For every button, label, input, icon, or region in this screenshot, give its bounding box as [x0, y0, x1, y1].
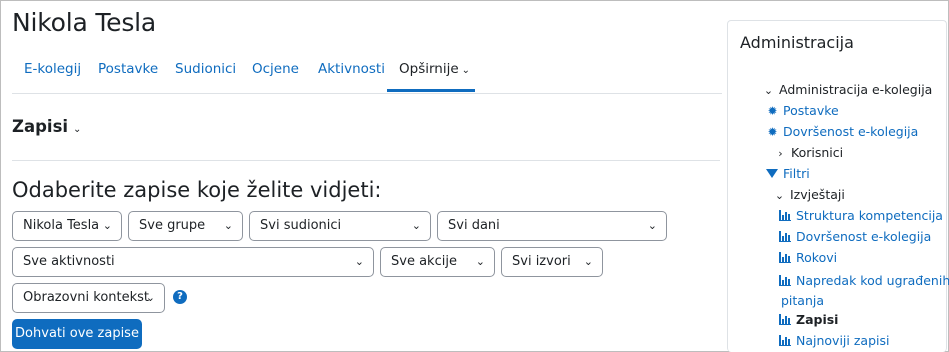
bar-chart-icon	[779, 275, 791, 286]
tree-item-label: Najnoviji zapisi	[796, 333, 890, 348]
chevron-down-icon: ⌄	[145, 291, 155, 304]
chevron-down-icon: ⌄	[475, 255, 485, 268]
main-content: Nikola Tesla E-kolegij Postavke Sudionic…	[0, 0, 722, 352]
tree-item-logs[interactable]: Zapisi	[779, 312, 838, 327]
bar-chart-icon	[779, 210, 791, 221]
edulevel-select-value: Obrazovni kontekst	[23, 290, 150, 305]
chevron-down-icon: ⌄	[411, 219, 421, 232]
group-select[interactable]: Sve grupe ⌄	[128, 211, 243, 241]
tree-item-label: Zapisi	[796, 312, 839, 327]
chevron-down-icon: ⌄	[102, 219, 112, 232]
tree-item-course-admin[interactable]: ⌄ Administracija e-kolegija	[762, 82, 932, 97]
tab-activities[interactable]: Aktivnosti	[318, 55, 385, 92]
gear-icon: ✹	[767, 104, 778, 118]
divider	[12, 160, 720, 161]
secondary-navigation: E-kolegij Postavke Sudionici Ocjene Akti…	[12, 55, 722, 94]
tree-item-users[interactable]: › Korisnici	[774, 145, 843, 160]
tree-item-label: Administracija e-kolegija	[779, 82, 933, 97]
chevron-down-icon: ⌄	[583, 255, 593, 268]
tab-participants[interactable]: Sudionici	[175, 55, 236, 92]
user-select[interactable]: Nikola Tesla ⌄	[12, 211, 122, 241]
group-select-value: Sve grupe	[139, 218, 206, 233]
tab-more[interactable]: Opširnije ⌄	[387, 55, 475, 92]
chevron-down-icon: ⌄	[354, 255, 364, 268]
source-select-value: Svi izvori	[512, 254, 571, 269]
action-select-value: Sve akcije	[391, 254, 457, 269]
tab-more-label: Opširnije	[399, 61, 459, 77]
activity-select[interactable]: Sve aktivnosti ⌄	[12, 247, 374, 277]
tree-item-course-completion-report[interactable]: Dovršenost e-kolegija	[779, 229, 931, 244]
tab-settings[interactable]: Postavke	[98, 55, 158, 92]
chevron-down-icon: ⌄	[763, 84, 774, 97]
date-select-value: Svi dani	[448, 218, 500, 233]
tab-grades[interactable]: Ocjene	[252, 55, 299, 92]
tree-item-filters[interactable]: Filtri	[766, 166, 810, 181]
tree-item-label: Dovršenost e-kolegija	[796, 229, 932, 244]
report-selector[interactable]: Zapisi ⌄	[12, 117, 81, 136]
tree-item-settings[interactable]: ✹ Postavke	[766, 103, 839, 118]
user-select-value: Nikola Tesla	[23, 218, 100, 233]
tree-item-label: Struktura kompetencija	[796, 208, 943, 223]
tree-item-label: Dovršenost e-kolegija	[783, 124, 919, 139]
bar-chart-icon	[779, 252, 791, 263]
tree-item-label: Korisnici	[791, 145, 844, 160]
gear-icon: ✹	[767, 125, 778, 139]
tree-item-dates[interactable]: Rokovi	[779, 250, 837, 265]
chevron-down-icon: ⌄	[647, 219, 657, 232]
filter-icon	[766, 169, 778, 178]
tree-item-live-logs[interactable]: Najnoviji zapisi	[779, 333, 889, 348]
block-title: Administracija	[740, 33, 854, 52]
page-title: Nikola Tesla	[12, 8, 157, 37]
participant-select-value: Svi sudionici	[260, 218, 342, 233]
edulevel-select[interactable]: Obrazovni kontekst ⌄	[12, 283, 165, 313]
tree-item-competency-breakdown[interactable]: Struktura kompetencija	[779, 208, 943, 223]
get-logs-button[interactable]: Dohvati ove zapise	[12, 319, 142, 349]
chevron-down-icon: ⌄	[461, 65, 471, 76]
help-icon[interactable]: ?	[173, 290, 187, 304]
date-select[interactable]: Svi dani ⌄	[437, 211, 667, 241]
tree-item-label: Postavke	[783, 103, 839, 118]
action-select[interactable]: Sve akcije ⌄	[380, 247, 495, 277]
tree-item-label-line2: pitanja	[781, 293, 825, 308]
filter-heading: Odaberite zapise koje želite vidjeti:	[12, 178, 382, 202]
tree-item-label: Napredak kod ugrađenih	[796, 273, 949, 288]
chevron-down-icon: ⌄	[223, 219, 233, 232]
report-selector-label: Zapisi	[12, 117, 69, 136]
tree-item-label: Filtri	[783, 166, 810, 181]
administration-block: Administracija ⌄ Administracija e-kolegij…	[727, 20, 949, 352]
source-select[interactable]: Svi izvori ⌄	[501, 247, 603, 277]
tree-item-course-completion[interactable]: ✹ Dovršenost e-kolegija	[766, 124, 918, 139]
tree-item-reports[interactable]: ⌄ Izvještaji	[773, 187, 845, 202]
chevron-down-icon: ⌄	[73, 124, 82, 135]
bar-chart-icon	[779, 314, 791, 325]
chevron-down-icon: ⌄	[774, 189, 785, 202]
tree-item-embedded-questions[interactable]: Napredak kod ugrađenih pitanja	[779, 271, 949, 311]
bar-chart-icon	[779, 231, 791, 242]
bar-chart-icon	[779, 335, 791, 346]
tree-item-label: Rokovi	[796, 250, 838, 265]
activity-select-value: Sve aktivnosti	[23, 254, 115, 269]
tab-course[interactable]: E-kolegij	[24, 55, 81, 92]
participant-select[interactable]: Svi sudionici ⌄	[249, 211, 431, 241]
tree-item-label: Izvještaji	[790, 187, 845, 202]
chevron-right-icon: ›	[778, 147, 783, 160]
